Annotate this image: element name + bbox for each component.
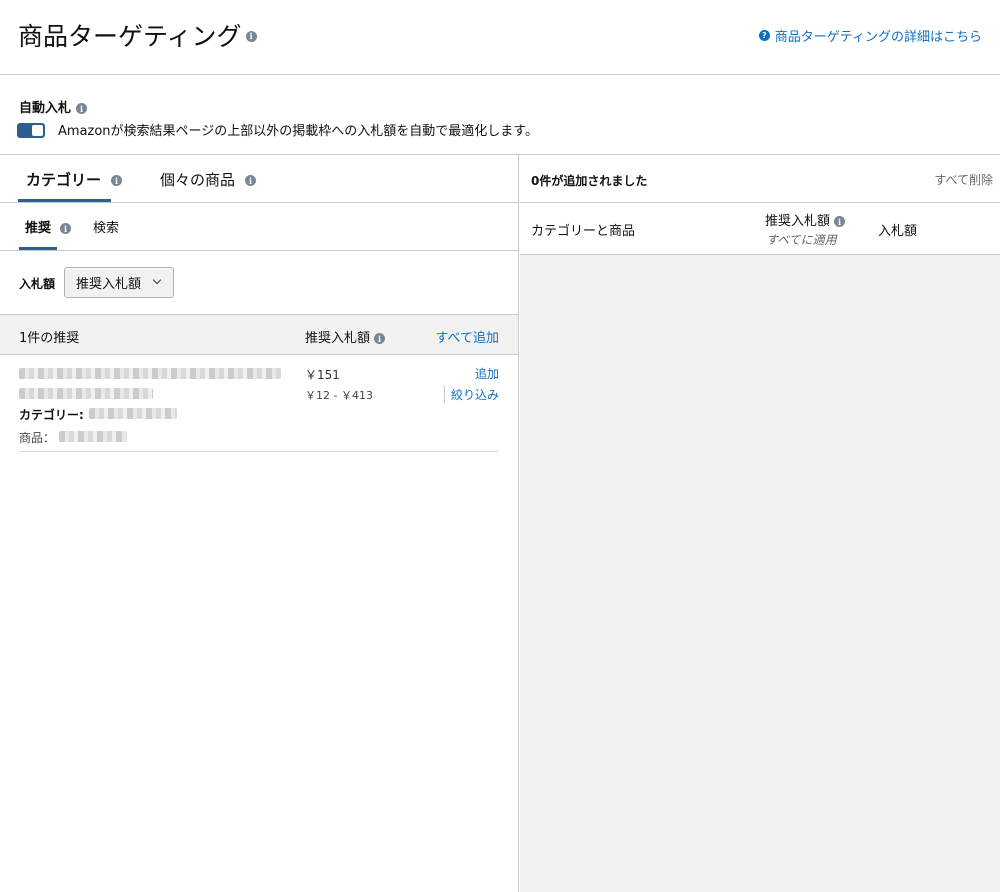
category-label: カテゴリー:: [19, 408, 84, 422]
tab-individual-products[interactable]: 個々の商品 i: [160, 169, 257, 190]
info-icon[interactable]: i: [245, 30, 257, 42]
added-table-header: カテゴリーと商品 推奨入札額 i すべてに適用 入札額: [520, 203, 1000, 255]
recommendation-bid: ￥151: [305, 368, 340, 382]
auto-bid-title: 自動入札 i: [19, 97, 88, 116]
recommendation-product: 商品：: [19, 429, 127, 446]
suggested-bid-header-text: 推奨入札額: [305, 331, 371, 346]
tab-search[interactable]: 検索: [93, 217, 119, 236]
suggested-bid-header: 推奨入札額 i: [305, 327, 386, 346]
info-icon[interactable]: i: [76, 103, 88, 114]
help-icon: ?: [758, 30, 770, 41]
info-icon[interactable]: i: [111, 175, 123, 186]
remove-all-button[interactable]: すべて削除: [934, 171, 993, 188]
column-bid: 入札額: [878, 224, 918, 239]
added-count: 0件が追加されました: [531, 174, 648, 188]
product-label: 商品：: [19, 431, 56, 445]
targeting-panel: カテゴリー i 個々の商品 i 推奨 i 検索 入札額 推奨入札額 1件の推奨 推奨入…: [0, 155, 519, 892]
active-tab-indicator: [18, 199, 111, 202]
blurred-category-value: [89, 408, 177, 419]
help-link-label: 商品ターゲティングの詳細はこちら: [774, 30, 982, 45]
page-title: 商品ターゲティング i: [18, 17, 257, 53]
recommendations-header: 1件の推奨 推奨入札額 i すべて追加: [0, 314, 518, 355]
chevron-down-icon: [152, 275, 162, 285]
column-category-product: カテゴリーと商品: [531, 224, 636, 239]
tab-search-label: 検索: [93, 221, 120, 236]
tab-individual-products-label: 個々の商品: [160, 171, 236, 189]
tab-category-label: カテゴリー: [26, 171, 102, 189]
main-tabs: カテゴリー i 個々の商品 i: [0, 155, 518, 203]
refine-button[interactable]: 絞り込み: [443, 386, 499, 403]
added-targets-panel: 0件が追加されました すべて削除 カテゴリーと商品 推奨入札額 i すべてに適用 …: [520, 155, 1000, 892]
bid-type-dropdown[interactable]: 推奨入札額: [64, 267, 174, 298]
page-header: 商品ターゲティング i ? 商品ターゲティングの詳細はこちら: [0, 0, 1000, 75]
blurred-product-value: [59, 431, 127, 442]
info-icon[interactable]: i: [60, 223, 72, 234]
auto-bid-title-text: 自動入札: [19, 101, 72, 116]
recommendation-bid-range: ￥12 - ￥413: [305, 389, 373, 402]
add-button[interactable]: 追加: [475, 365, 499, 382]
recommendations-count: 1件の推奨: [19, 331, 80, 346]
toggle-knob: [32, 125, 43, 136]
help-link[interactable]: ? 商品ターゲティングの詳細はこちら: [758, 26, 982, 45]
apply-all-link[interactable]: すべてに適用: [766, 231, 837, 248]
recommendation-row: カテゴリー: 商品： ￥151 ￥12 - ￥413 追加 絞り込み: [19, 355, 499, 452]
auto-bid-description: Amazonが検索結果ページの上部以外の掲載枠への入札額を自動で最適化します。: [58, 124, 538, 139]
info-icon[interactable]: i: [374, 333, 386, 344]
added-header: 0件が追加されました すべて削除: [520, 155, 1000, 203]
page-title-text: 商品ターゲティング: [18, 22, 242, 51]
auto-bid-toggle[interactable]: [17, 123, 45, 138]
bid-type-selected: 推奨入札額: [76, 277, 142, 292]
info-icon[interactable]: i: [834, 216, 846, 227]
active-subtab-indicator: [19, 247, 57, 250]
column-suggested-bid: 推奨入札額 i: [765, 210, 846, 229]
blurred-category-name: [19, 368, 281, 379]
tab-recommended[interactable]: 推奨 i: [25, 217, 72, 236]
blurred-category-name: [19, 388, 153, 399]
add-all-button[interactable]: すべて追加: [435, 327, 499, 346]
tab-recommended-label: 推奨: [25, 221, 52, 236]
info-icon[interactable]: i: [245, 175, 257, 186]
tab-category[interactable]: カテゴリー i: [26, 169, 123, 190]
recommendation-category: カテゴリー:: [19, 406, 177, 423]
bid-control-row: 入札額 推奨入札額: [0, 251, 518, 314]
auto-bid-section: 自動入札 i Amazonが検索結果ページの上部以外の掲載枠への入札額を自動で最適…: [0, 75, 1000, 155]
sub-tabs: 推奨 i 検索: [0, 203, 518, 251]
bid-label: 入札額: [19, 277, 56, 291]
column-suggested-bid-text: 推奨入札額: [765, 214, 831, 229]
